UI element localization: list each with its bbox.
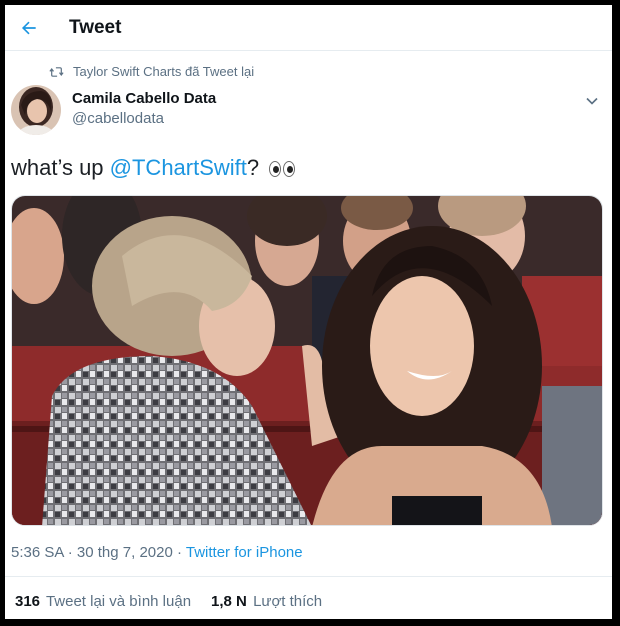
- retweet-icon: [49, 66, 64, 77]
- tweet-time[interactable]: 5:36 SA: [11, 544, 64, 561]
- page-title: Tweet: [69, 16, 122, 38]
- mention-link[interactable]: @TChartSwift: [110, 155, 247, 180]
- likes-stat[interactable]: 1,8 N Lượt thích: [211, 593, 322, 610]
- back-arrow-icon: [21, 21, 36, 34]
- retweet-text[interactable]: Taylor Swift Charts đã Tweet lại: [73, 64, 254, 79]
- retweets-label: Tweet lại và bình luận: [45, 593, 192, 610]
- back-button[interactable]: [17, 16, 41, 40]
- eyes-emoji-icon: [269, 161, 296, 177]
- chevron-down-icon[interactable]: [582, 91, 602, 111]
- tweet-text-start: what’s up: [11, 155, 110, 180]
- tweet-source[interactable]: Twitter for iPhone: [186, 544, 303, 561]
- tweet-meta: 5:36 SA · 30 thg 7, 2020 · Twitter for i…: [11, 544, 612, 561]
- header: Tweet: [5, 5, 612, 51]
- meta-separator-2: ·: [172, 544, 186, 561]
- tweet-text-end: ?: [246, 155, 266, 180]
- avatar[interactable]: [11, 85, 61, 135]
- tweet-stats: 316 Tweet lại và bình luận 1,8 N Lượt th…: [15, 593, 612, 610]
- retweets-stat[interactable]: 316 Tweet lại và bình luận: [15, 593, 191, 610]
- retweets-count: 316: [15, 593, 41, 610]
- meta-separator-1: ·: [63, 544, 77, 561]
- tweet-date[interactable]: 30 thg 7, 2020: [77, 544, 173, 561]
- likes-label: Lượt thích: [253, 593, 323, 610]
- author-handle[interactable]: @cabellodata: [72, 108, 216, 130]
- divider: [5, 576, 612, 577]
- author-block: Camila Cabello Data @cabellodata: [11, 85, 612, 135]
- likes-count: 1,8 N: [211, 593, 247, 610]
- retweet-context: Taylor Swift Charts đã Tweet lại: [49, 64, 612, 79]
- author-name[interactable]: Camila Cabello Data: [72, 90, 216, 108]
- tweet-text: what’s up @TChartSwift?: [11, 154, 612, 182]
- tweet-page: Tweet Taylor Swift Charts đã Tweet lại C…: [5, 5, 612, 619]
- tweet-photo[interactable]: [11, 195, 603, 526]
